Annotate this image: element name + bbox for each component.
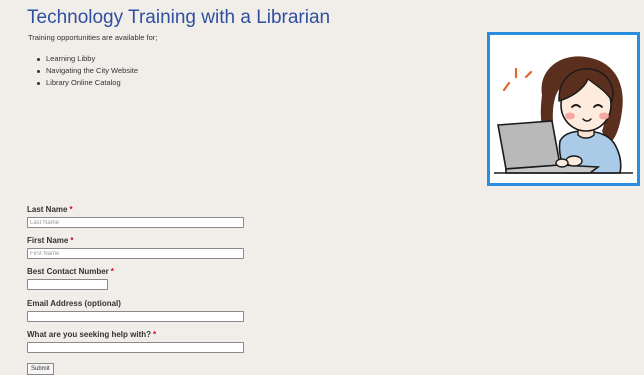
help-topic-input[interactable] <box>27 342 244 353</box>
required-marker: * <box>153 330 157 339</box>
contact-number-label: Best Contact Number * <box>27 267 114 276</box>
topic-item-online-catalog: Library Online Catalog <box>37 77 138 89</box>
excitement-marks <box>502 67 533 92</box>
librarian-illustration <box>487 32 640 186</box>
first-name-label: First Name * <box>27 236 74 245</box>
required-marker: * <box>69 205 73 214</box>
topic-item-city-website: Navigating the City Website <box>37 65 138 77</box>
first-name-input[interactable] <box>27 248 244 259</box>
page-title: Technology Training with a Librarian <box>27 7 331 28</box>
last-name-label: Last Name * <box>27 205 73 214</box>
submit-button[interactable]: Submit <box>27 363 54 375</box>
topic-item-learning-libby: Learning Libby <box>37 53 138 65</box>
email-field: Email Address (optional) <box>27 299 244 322</box>
required-marker: * <box>110 267 114 276</box>
intro-text: Training opportunities are available for… <box>28 33 158 42</box>
email-label: Email Address (optional) <box>27 299 121 308</box>
contact-number-input[interactable] <box>27 279 108 290</box>
contact-number-field: Best Contact Number * <box>27 267 114 290</box>
last-name-input[interactable] <box>27 217 244 228</box>
woman-laptop-illustration <box>494 56 633 174</box>
help-topic-label: What are you seeking help with? * <box>27 330 157 339</box>
required-marker: * <box>70 236 74 245</box>
training-topics-list: Learning Libby Navigating the City Websi… <box>37 53 138 89</box>
last-name-field: Last Name * <box>27 205 244 228</box>
email-input[interactable] <box>27 311 244 322</box>
first-name-field: First Name * <box>27 236 244 259</box>
laptop-icon <box>497 120 561 170</box>
help-topic-field: What are you seeking help with? * <box>27 330 244 353</box>
